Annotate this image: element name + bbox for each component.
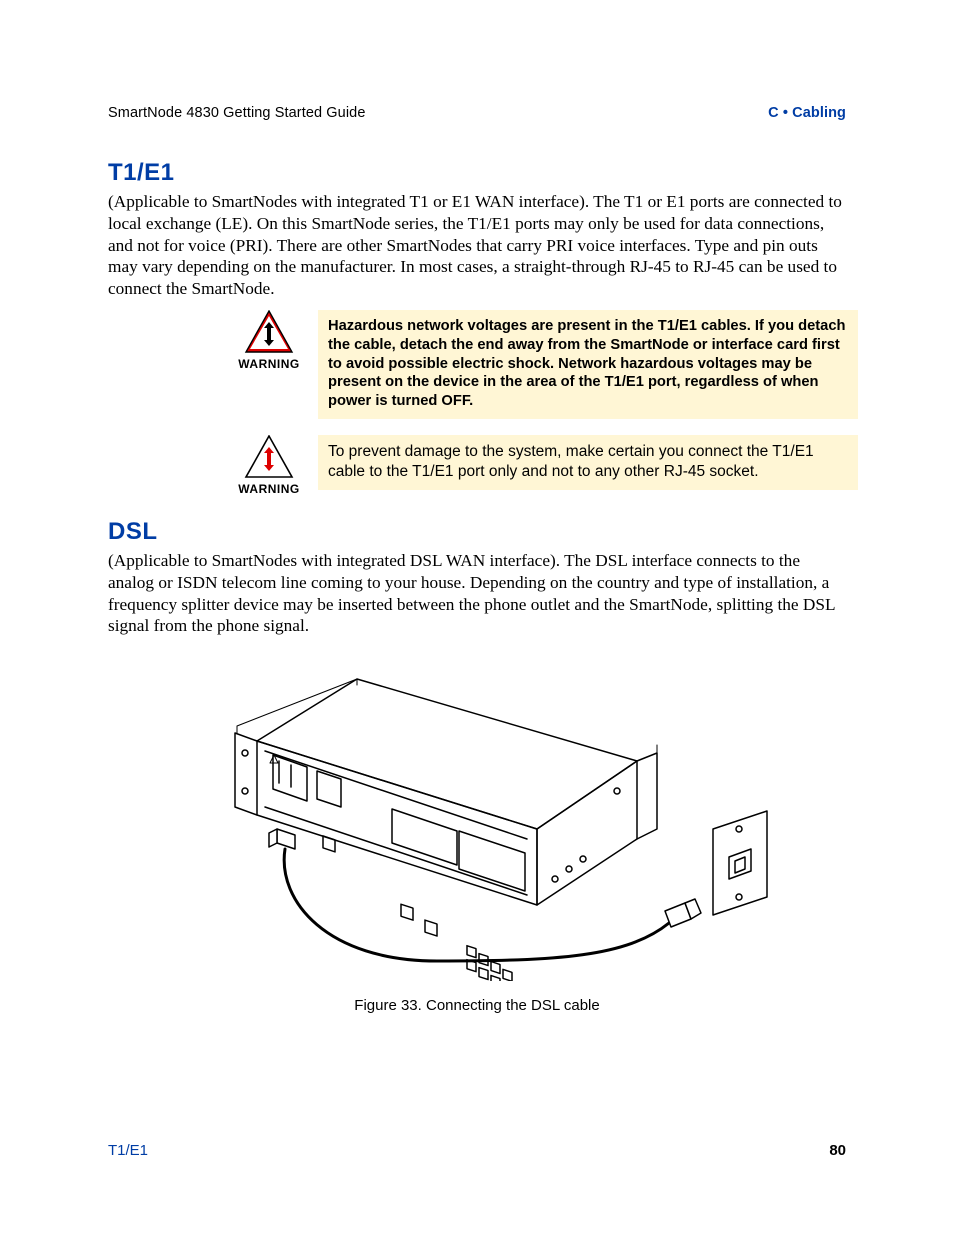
footer-left: T1/E1 xyxy=(108,1142,148,1159)
page-footer: T1/E1 80 xyxy=(108,1142,846,1159)
warning-label-1: WARNING xyxy=(238,357,300,371)
warning-label-2: WARNING xyxy=(238,482,300,496)
warning-triangle-icon xyxy=(244,435,294,479)
warning-icon-col-2: WARNING xyxy=(238,435,300,496)
page: SmartNode 4830 Getting Started Guide C •… xyxy=(0,0,954,1235)
header-left: SmartNode 4830 Getting Started Guide xyxy=(108,105,366,121)
dsl-connection-diagram xyxy=(157,661,797,981)
figure-caption: Figure 33. Connecting the DSL cable xyxy=(157,997,797,1014)
footer-right: 80 xyxy=(829,1142,846,1159)
warning-text-1: Hazardous network voltages are present i… xyxy=(318,310,858,419)
warning-block-1: WARNING Hazardous network voltages are p… xyxy=(238,310,858,419)
figure-33: Figure 33. Connecting the DSL cable xyxy=(157,661,797,1014)
section-body-t1e1: (Applicable to SmartNodes with integrate… xyxy=(108,191,846,300)
warning-triangle-icon xyxy=(244,310,294,354)
page-header: SmartNode 4830 Getting Started Guide C •… xyxy=(108,105,846,121)
warning-block-2: WARNING To prevent damage to the system,… xyxy=(238,435,858,496)
section-heading-t1e1: T1/E1 xyxy=(108,159,846,187)
warning-icon-col-1: WARNING xyxy=(238,310,300,371)
section-body-dsl: (Applicable to SmartNodes with integrate… xyxy=(108,550,846,637)
section-heading-dsl: DSL xyxy=(108,518,846,546)
header-right: C • Cabling xyxy=(768,105,846,121)
warning-text-2: To prevent damage to the system, make ce… xyxy=(318,435,858,490)
